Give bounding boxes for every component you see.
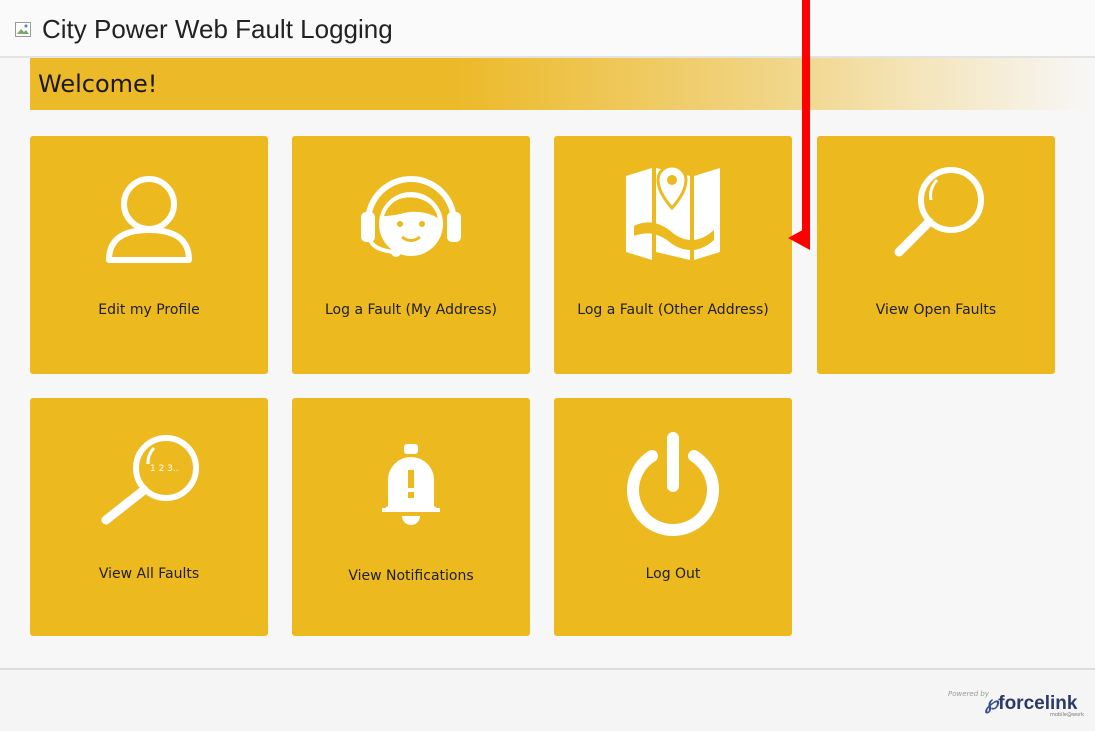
page-title: City Power Web Fault Logging <box>42 14 393 44</box>
edit-profile-tile[interactable]: Edit my Profile <box>30 136 268 374</box>
broken-image-icon <box>15 22 31 37</box>
tile-label: View Notifications <box>348 568 474 584</box>
tile-label: Edit my Profile <box>98 302 200 318</box>
brand-subtext: mobile@work <box>1050 712 1085 718</box>
app-header: City Power Web Fault Logging <box>0 0 1095 58</box>
user-profile-icon <box>106 176 192 263</box>
welcome-banner: Welcome! <box>30 58 1090 110</box>
tile-label: View All Faults <box>98 566 200 582</box>
log-fault-my-address-tile[interactable]: Log a Fault (My Address) <box>292 136 530 374</box>
magnifier-number-text: 1 2 3.. <box>150 464 179 474</box>
brand-name: forcelink <box>998 693 1078 714</box>
log-fault-other-address-tile[interactable]: Log a Fault (Other Address) <box>554 136 792 374</box>
view-notifications-tile[interactable]: View Notifications <box>292 398 530 636</box>
tile-label: Log a Fault (My Address) <box>324 302 498 318</box>
power-icon <box>627 432 719 537</box>
tile-label: Log a Fault (Other Address) <box>577 302 769 318</box>
log-out-tile[interactable]: Log Out <box>554 398 792 636</box>
red-arrow-annotation <box>788 0 810 250</box>
welcome-text: Welcome! <box>38 70 158 98</box>
headset-agent-icon <box>361 176 461 257</box>
tile-label: Log Out <box>645 566 701 582</box>
bell-alert-icon <box>382 444 440 525</box>
app-footer <box>0 670 1095 731</box>
view-open-faults-tile[interactable]: View Open Faults <box>817 136 1055 374</box>
powered-by-text: Powered by <box>948 690 989 698</box>
magnifier-icon <box>894 167 984 257</box>
map-pin-icon <box>626 164 720 260</box>
view-all-faults-tile[interactable]: 1 2 3.. View All Faults <box>30 398 268 636</box>
link-icon: ℘ <box>985 693 999 714</box>
tile-label: View Open Faults <box>875 302 997 318</box>
magnifier-123-icon <box>101 435 199 525</box>
